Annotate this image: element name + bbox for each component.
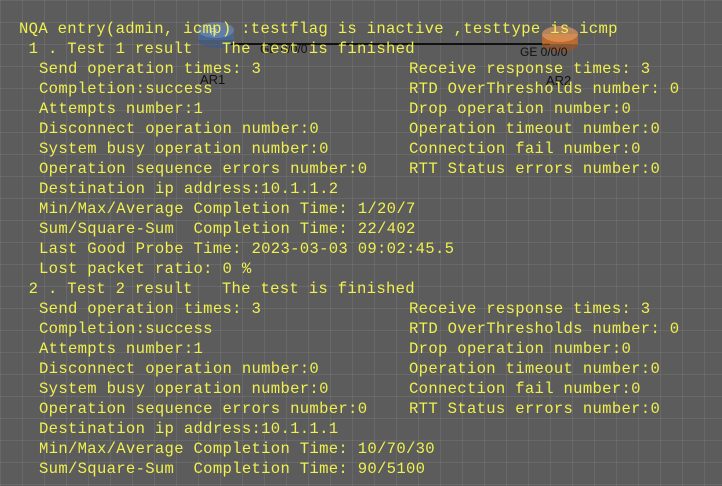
test1-last-good: Last Good Probe Time: 2023-03-03 09:02:4… [39, 240, 455, 258]
test1-timeout: Operation timeout number:0 [409, 120, 661, 138]
test2-conn-fail: Connection fail number:0 [409, 380, 641, 398]
test1-disconnect: Disconnect operation number:0 [39, 120, 320, 138]
nqa-header: NQA entry(admin, icmp) :testflag is inac… [19, 20, 618, 38]
test2-attempts: Attempts number:1 [39, 340, 204, 358]
test2-receive-times: Receive response times: 3 [409, 300, 651, 318]
test1-min-max-avg: Min/Max/Average Completion Time: 1/20/7 [39, 200, 416, 218]
test1-seq-errors: Operation sequence errors number:0 [39, 160, 368, 178]
test1-drop: Drop operation number:0 [409, 100, 632, 118]
test2-busy: System busy operation number:0 [39, 380, 329, 398]
test1-rtd-overthresholds: RTD OverThresholds number: 0 [409, 80, 680, 98]
test1-receive-times: Receive response times: 3 [409, 60, 651, 78]
test1-attempts: Attempts number:1 [39, 100, 204, 118]
test1-dest-ip: Destination ip address:10.1.1.2 [39, 180, 339, 198]
test1-completion: Completion:success [39, 80, 213, 98]
test2-rtt-status: RTT Status errors number:0 [409, 400, 661, 418]
test2-min-max-avg: Min/Max/Average Completion Time: 10/70/3… [39, 440, 435, 458]
test2-disconnect: Disconnect operation number:0 [39, 360, 320, 378]
test2-rtd-overthresholds: RTD OverThresholds number: 0 [409, 320, 680, 338]
test1-lost-ratio: Lost packet ratio: 0 % [39, 260, 252, 278]
test2-timeout: Operation timeout number:0 [409, 360, 661, 378]
test2-send-times: Send operation times: 3 [39, 300, 262, 318]
test2-sum-square: Sum/Square-Sum Completion Time: 90/5100 [39, 460, 426, 478]
test2-dest-ip: Destination ip address:10.1.1.1 [39, 420, 339, 438]
test2-completion: Completion:success [39, 320, 213, 338]
terminal-output: NQA entry(admin, icmp) :testflag is inac… [0, 0, 722, 486]
test1-rtt-status: RTT Status errors number:0 [409, 160, 661, 178]
test2-title: 2 . Test 2 result The test is finished [19, 280, 415, 298]
test1-sum-square: Sum/Square-Sum Completion Time: 22/402 [39, 220, 416, 238]
test2-drop: Drop operation number:0 [409, 340, 632, 358]
test1-send-times: Send operation times: 3 [39, 60, 262, 78]
test1-conn-fail: Connection fail number:0 [409, 140, 641, 158]
test1-title: 1 . Test 1 result The test is finished [19, 40, 415, 58]
test2-seq-errors: Operation sequence errors number:0 [39, 400, 368, 418]
test1-busy: System busy operation number:0 [39, 140, 329, 158]
